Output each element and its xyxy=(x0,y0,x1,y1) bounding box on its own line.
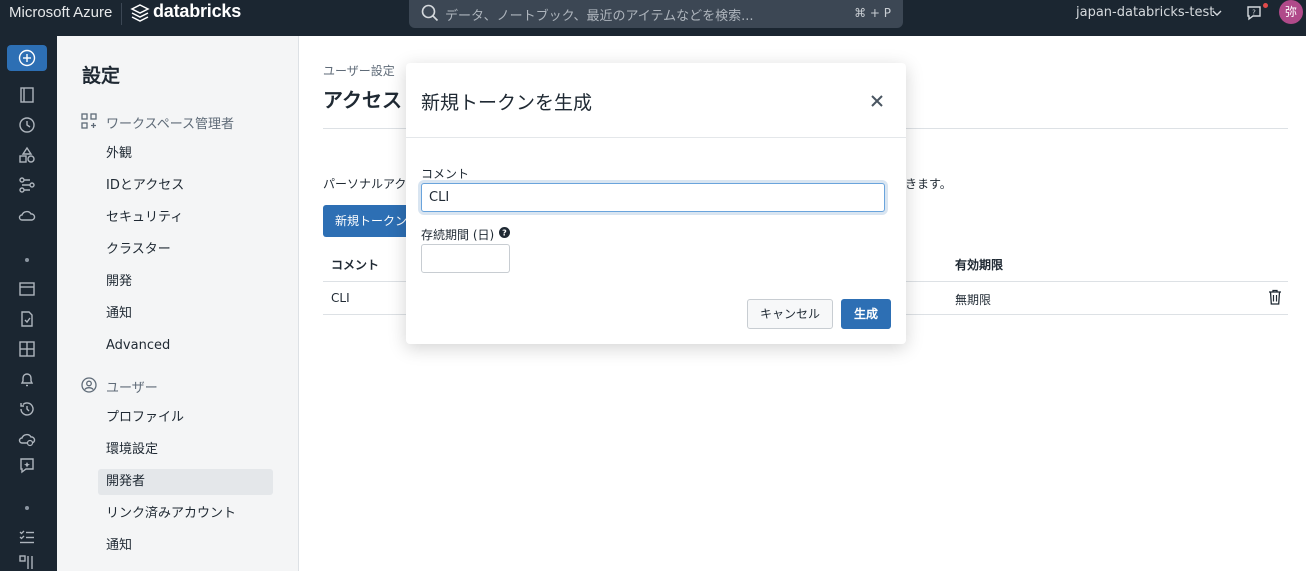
cancel-button[interactable]: キャンセル xyxy=(747,299,833,329)
svg-text:?: ? xyxy=(502,229,507,238)
close-icon[interactable] xyxy=(870,94,884,108)
dialog-title: 新規トークンを生成 xyxy=(421,92,593,114)
question-circle-icon[interactable]: ? xyxy=(499,227,510,238)
dialog-header-divider xyxy=(406,137,906,138)
comment-input[interactable] xyxy=(421,183,885,212)
comment-label: コメント xyxy=(421,167,470,181)
lifetime-label: 存続期間 (日) xyxy=(421,228,495,242)
lifetime-days-input[interactable] xyxy=(421,244,510,273)
generate-button[interactable]: 生成 xyxy=(841,299,891,329)
generate-token-dialog: 新規トークンを生成 コメント 存続期間 (日) ? キャンセル 生成 xyxy=(406,63,906,344)
